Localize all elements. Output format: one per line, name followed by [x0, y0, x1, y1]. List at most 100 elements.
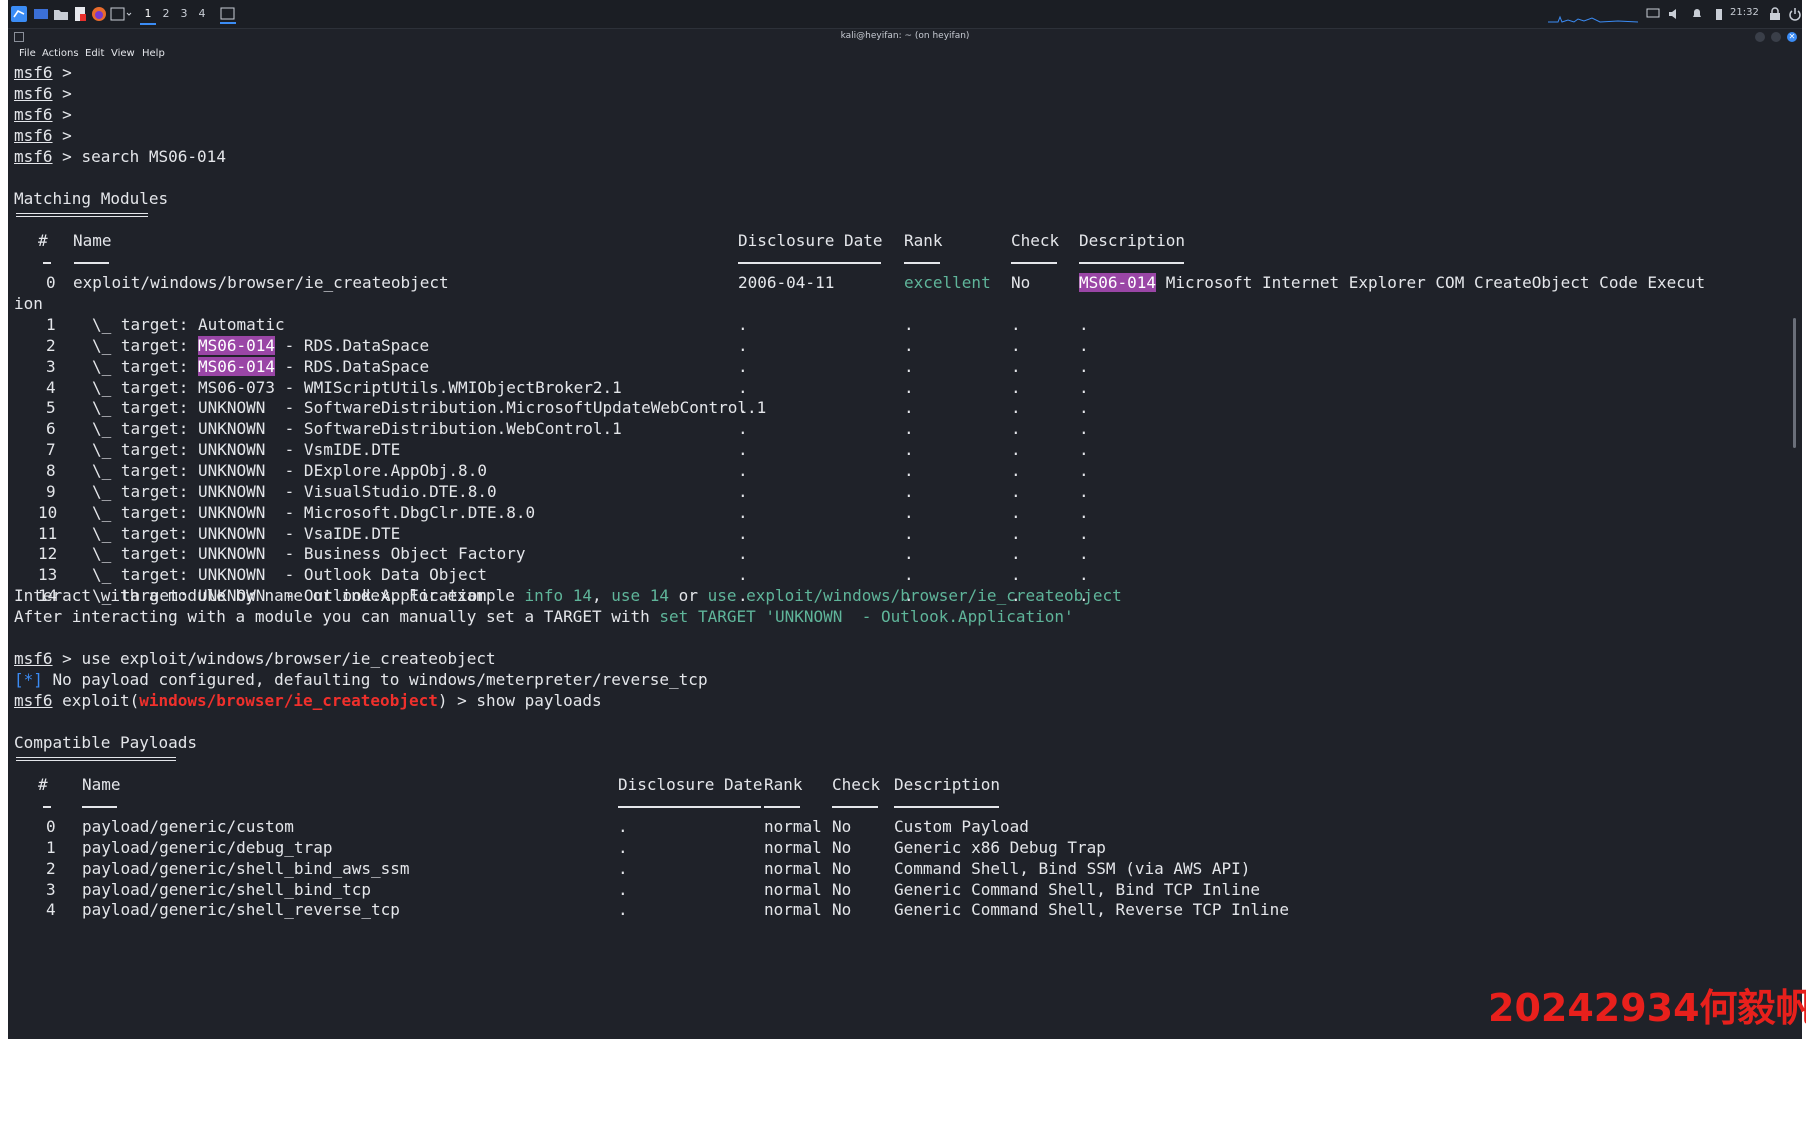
target-index: 13 — [38, 565, 58, 585]
target-label: \_ target: Automatic — [92, 315, 285, 334]
payload-row: 1 payload/generic/debug_trap. normal No Gene… — [46, 837, 1106, 857]
payload-name: payload/generic/custom — [82, 817, 294, 836]
target-row: 1 \_ target: Automatic.... — [46, 315, 1089, 334]
table-header: # Name Disclosure Date Rank Check Descri… — [38, 231, 1185, 250]
target-row: 6 \_ target: UNKNOWN - SoftwareDistributi… — [46, 419, 1089, 439]
maximize-button[interactable] — [1771, 32, 1781, 42]
payload-row: 0 payload/generic/custom. normal No Custom P… — [46, 817, 1029, 836]
target-row: 9 \_ target: UNKNOWN - VisualStudio.DTE.8… — [46, 481, 1089, 501]
window-titlebar[interactable]: kali@heyifan: ~ (on heyifan) ✕ — [8, 29, 1802, 45]
terminal-launcher-icon[interactable] — [110, 6, 132, 22]
clock[interactable]: 21:32 — [1730, 7, 1759, 18]
target-label: \_ target: MS06-014 - RDS.DataSpace — [92, 335, 430, 355]
command-line: msf6 > search MS06-014 — [14, 147, 226, 166]
target-row: 5 \_ target: UNKNOWN - SoftwareDistributi… — [46, 398, 1089, 418]
payload-row: 2 payload/generic/shell_bind_aws_ssm. norm… — [46, 858, 1251, 878]
target-row: 4 \_ target: MS06-073 - WMIScriptUtils.WM… — [46, 377, 1089, 397]
battery-icon[interactable] — [1712, 6, 1726, 22]
prompt: msf6 — [14, 84, 53, 103]
target-row: 12 \_ target: UNKNOWN - Business Object F… — [38, 544, 1089, 564]
payload-row: 4 payload/generic/shell_reverse_tcp. norma… — [46, 900, 1289, 920]
prompt: msf6 — [14, 147, 53, 166]
command-line: msf6 exploit(windows/browser/ie_createob… — [14, 691, 602, 710]
hint-line: Interact with a module by name or index.… — [14, 586, 1122, 605]
scrollbar[interactable] — [1793, 318, 1796, 448]
wrapped-text: ion — [14, 294, 43, 313]
workspace-1[interactable]: 1 — [140, 5, 156, 25]
taskbar-terminal-icon[interactable] — [220, 6, 236, 24]
module-name: exploit/windows/browser/ie_createobject — [73, 273, 449, 292]
payload-name: payload/generic/debug_trap — [82, 837, 333, 857]
header-rule — [1011, 262, 1057, 264]
prompt-line: msf6 > — [14, 63, 72, 82]
header-rule — [764, 806, 800, 808]
kali-menu-icon[interactable] — [11, 6, 27, 22]
info-line: [*] No payload configured, defaulting to… — [14, 670, 708, 689]
top-panel: 1 2 3 4 21:32 — [8, 0, 1802, 29]
target-row: 11 \_ target: UNKNOWN - VsaIDE.DTE.... — [38, 523, 1089, 543]
target-index: 12 — [38, 544, 58, 564]
info-tag: [*] — [14, 670, 43, 689]
menu-view[interactable]: View — [111, 48, 135, 59]
menu-file[interactable]: File — [19, 48, 36, 59]
workspace-3[interactable]: 3 — [176, 5, 192, 23]
payload-name: payload/generic/shell_bind_aws_ssm — [82, 858, 410, 878]
target-index: 9 — [46, 481, 56, 501]
target-label: \_ target: UNKNOWN - DExplore.AppObj.8.0 — [92, 460, 487, 480]
command: search MS06-014 — [81, 147, 226, 166]
target-label: \_ target: UNKNOWN - SoftwareDistributio… — [92, 419, 622, 439]
minimize-button[interactable] — [1755, 32, 1765, 42]
target-index: 7 — [46, 440, 56, 460]
section-underline — [16, 757, 176, 761]
header-rule — [74, 262, 109, 264]
header-rule — [894, 806, 999, 808]
workspace-2[interactable]: 2 — [158, 5, 174, 23]
search-highlight: MS06-014 — [1079, 273, 1157, 292]
cpu-graph-icon — [1548, 15, 1638, 23]
header-rule — [43, 262, 51, 264]
command: use exploit/windows/browser/ie_createobj… — [81, 649, 496, 668]
menubar: File Actions Edit View Help — [8, 45, 1802, 63]
show-desktop-icon[interactable] — [33, 6, 49, 22]
menu-help[interactable]: Help — [142, 48, 165, 59]
header-rule — [43, 806, 51, 808]
terminal-output[interactable]: msf6 > msf6 > msf6 > msf6 > msf6 > searc… — [8, 63, 1802, 1039]
target-row: 7 \_ target: UNKNOWN - VsmIDE.DTE.... — [46, 440, 1089, 460]
power-icon[interactable] — [1788, 6, 1802, 22]
close-button[interactable]: ✕ — [1787, 32, 1797, 42]
lock-icon[interactable] — [1768, 6, 1782, 22]
prompt-line: msf6 > — [14, 126, 72, 145]
menu-actions[interactable]: Actions — [42, 48, 79, 59]
target-index: 5 — [46, 398, 56, 418]
prompt: msf6 — [14, 63, 53, 82]
menu-edit[interactable]: Edit — [85, 48, 104, 59]
command-line: msf6 > use exploit/windows/browser/ie_cr… — [14, 649, 496, 668]
target-index: 8 — [46, 460, 56, 480]
display-icon[interactable] — [1646, 6, 1660, 22]
firefox-icon[interactable] — [91, 6, 107, 22]
header-rule — [832, 806, 878, 808]
header-rule — [82, 806, 117, 808]
notification-bell-icon[interactable] — [1690, 6, 1704, 22]
target-label: \_ target: UNKNOWN - Business Object Fac… — [92, 544, 526, 564]
prompt: msf6 — [14, 126, 53, 145]
target-row: 13 \_ target: UNKNOWN - Outlook Data Obje… — [38, 565, 1089, 585]
payload-row: 3 payload/generic/shell_bind_tcp. normal No… — [46, 879, 1261, 899]
workspace-4[interactable]: 4 — [194, 5, 210, 23]
target-label: \_ target: UNKNOWN - Outlook Data Object — [92, 565, 487, 585]
target-index: 11 — [38, 523, 58, 543]
table-header: # Name Disclosure Date Rank Check Descri… — [38, 775, 1000, 794]
target-index: 2 — [46, 335, 56, 355]
file-manager-icon[interactable] — [53, 6, 69, 22]
target-index: 10 — [38, 502, 58, 522]
target-index: 4 — [46, 377, 56, 397]
section-title: Compatible Payloads — [14, 733, 198, 752]
prompt: msf6 — [14, 105, 53, 124]
table-row: 0 exploit/windows/browser/ie_createobjec… — [46, 273, 1706, 292]
header-rule — [904, 262, 940, 264]
target-label: \_ target: UNKNOWN - VisualStudio.DTE.8.… — [92, 481, 497, 501]
target-index: 3 — [46, 356, 56, 376]
volume-icon[interactable] — [1668, 6, 1682, 22]
text-editor-icon[interactable] — [72, 6, 88, 22]
payload-name: payload/generic/shell_reverse_tcp — [82, 900, 400, 920]
